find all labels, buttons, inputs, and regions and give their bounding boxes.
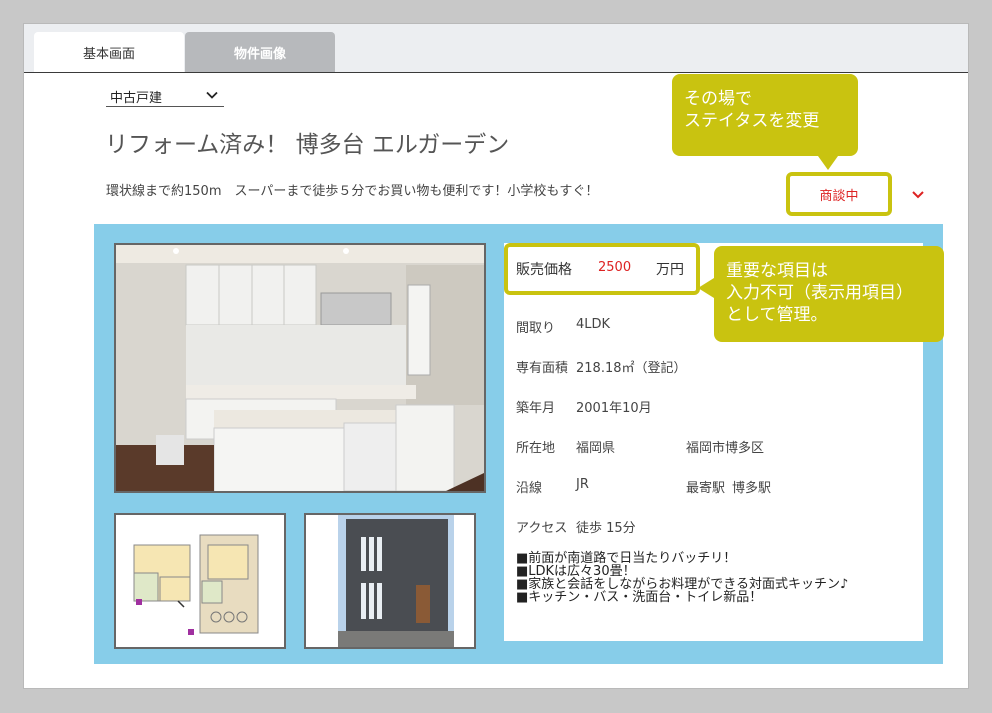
note-line: ■キッチン・バス・洗面台・トイレ新品！ (516, 590, 763, 605)
area-label: 専有面積 (516, 361, 569, 376)
callout-text: その場で (684, 89, 752, 109)
important-fields-callout: 重要な項目は 入力不可（表示用項目） として管理。 (698, 246, 944, 342)
price-label: 販売価格 (516, 262, 572, 278)
price-field: 販売価格 2500 万円 (504, 243, 700, 295)
property-notes: ■前面が南道路で日当たりバッチリ！ ■LDKは広々30畳！ ■家族と会話をしなが… (516, 552, 848, 604)
area-value: 218.18㎡（登記） (576, 361, 687, 376)
app-window: 基本画面 物件画像 中古戸建 リフォーム済み！ 博多台 エルガーデン 環状線まで… (24, 24, 968, 688)
property-description: 環状線まで約150m スーパーまで徒歩５分でお買い物も便利です！小学校もすぐ！ (106, 184, 599, 199)
status-callout: その場で ステイタスを変更 (672, 74, 858, 170)
address-label: 所在地 (516, 441, 556, 456)
prefecture-value: 福岡県 (576, 441, 616, 456)
kitchen-photo[interactable] (114, 243, 486, 493)
kitchen-photo-image (116, 245, 484, 491)
exterior-photo-thumbnail[interactable] (304, 513, 476, 649)
access-row: アクセス 徒歩 15分 (516, 517, 636, 536)
layout-row: 間取り 4LDK (516, 317, 610, 336)
floor-plan-thumbnail[interactable] (114, 513, 286, 649)
layout-value: 4LDK (576, 317, 611, 332)
access-label: アクセス (516, 521, 568, 536)
callout-text: として管理。 (726, 305, 828, 325)
address-row: 所在地 福岡県 福岡市博多区 (516, 437, 764, 456)
price-value: 2500 (598, 260, 632, 275)
tab-basic[interactable]: 基本画面 (34, 32, 184, 72)
callout-text: 入力不可（表示用項目） (726, 283, 913, 303)
status-select[interactable]: 商談中 (786, 172, 892, 216)
chevron-down-icon (206, 91, 218, 99)
callout-text: ステイタスを変更 (684, 111, 820, 131)
train-line-value: JR (576, 477, 589, 492)
price-unit: 万円 (656, 262, 684, 278)
property-type-value: 中古戸建 (110, 91, 163, 106)
station-value: 博多駅 (732, 481, 772, 496)
built-date-label: 築年月 (516, 401, 556, 416)
built-date-row: 築年月 2001年10月 (516, 397, 652, 416)
status-value: 商談中 (819, 188, 859, 204)
access-value: 徒歩 15分 (576, 521, 636, 536)
station-label: 最寄駅 (686, 481, 726, 496)
area-row: 専有面積 218.18㎡（登記） (516, 357, 687, 376)
train-line-row: 沿線 JR 最寄駅 博多駅 (516, 477, 771, 496)
status-chevron-down-icon[interactable] (911, 190, 925, 200)
tab-property-images[interactable]: 物件画像 (185, 32, 335, 72)
layout-label: 間取り (516, 321, 556, 336)
train-line-label: 沿線 (516, 481, 543, 496)
floor-plan-image (116, 515, 284, 647)
tab-bar: 基本画面 物件画像 (24, 24, 968, 73)
built-date-value: 2001年10月 (576, 401, 652, 416)
city-value: 福岡市博多区 (686, 441, 765, 456)
exterior-photo-image (306, 515, 474, 647)
page-title: リフォーム済み！ 博多台 エルガーデン (105, 132, 510, 158)
callout-text: 重要な項目は (726, 261, 828, 281)
property-type-select[interactable]: 中古戸建 (106, 87, 224, 107)
